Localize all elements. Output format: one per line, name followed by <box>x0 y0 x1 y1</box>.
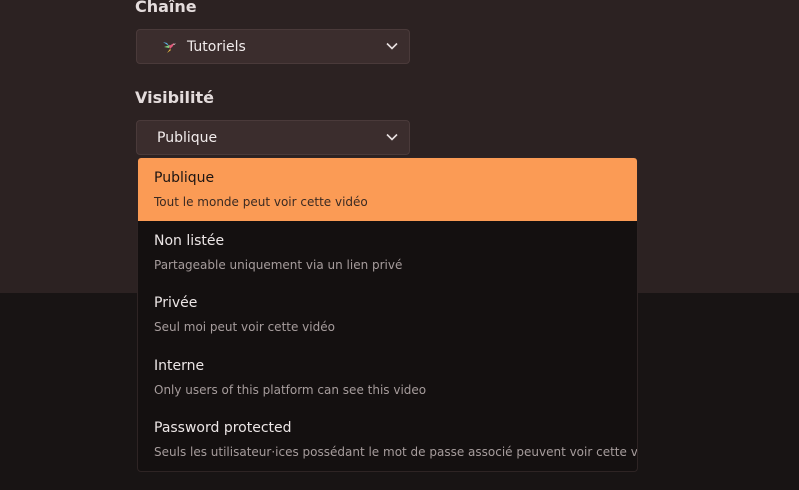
channel-value: Tutoriels <box>187 38 246 55</box>
hummingbird-icon <box>161 39 177 55</box>
option-public[interactable]: Publique Tout le monde peut voir cette v… <box>138 158 637 221</box>
option-title: Password protected <box>154 420 292 436</box>
option-internal[interactable]: Interne Only users of this platform can … <box>138 346 637 409</box>
chevron-down-icon <box>386 133 398 141</box>
channel-select[interactable]: Tutoriels <box>136 29 410 64</box>
option-description: Seul moi peut voir cette vidéo <box>154 320 335 334</box>
visibility-select[interactable]: Publique <box>136 120 410 155</box>
chevron-down-icon <box>386 42 398 50</box>
visibility-label: Visibilité <box>135 88 214 107</box>
option-unlisted[interactable]: Non listée Partageable uniquement via un… <box>138 221 637 284</box>
option-title: Non listée <box>154 233 225 249</box>
option-title: Publique <box>154 170 215 186</box>
visibility-dropdown-menu: Publique Tout le monde peut voir cette v… <box>137 157 638 472</box>
option-title: Privée <box>154 295 198 311</box>
option-password-protected[interactable]: Password protected Seuls les utilisateur… <box>138 408 637 471</box>
option-description: Tout le monde peut voir cette vidéo <box>154 195 368 209</box>
option-description: Partageable uniquement via un lien privé <box>154 258 403 272</box>
option-description: Only users of this platform can see this… <box>154 383 427 397</box>
visibility-value: Publique <box>157 129 218 146</box>
option-private[interactable]: Privée Seul moi peut voir cette vidéo <box>138 283 637 346</box>
option-title: Interne <box>154 358 205 374</box>
option-description: Seuls les utilisateur·ices possédant le … <box>154 445 638 459</box>
channel-label: Chaîne <box>135 0 197 16</box>
